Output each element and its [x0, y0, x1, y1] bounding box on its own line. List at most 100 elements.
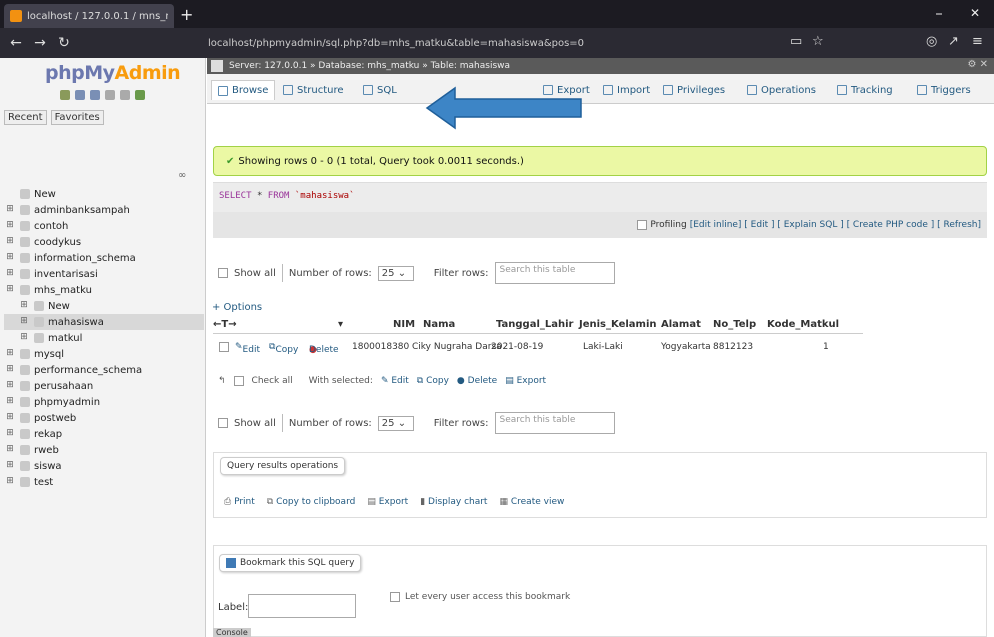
- bulk-delete-button[interactable]: ● Delete: [457, 376, 497, 386]
- bookmark-label-input[interactable]: [248, 594, 356, 618]
- col-kode-matkul[interactable]: Kode_Matkul: [767, 319, 839, 330]
- arrows-icon[interactable]: ←T→: [213, 319, 237, 330]
- breadcrumb-text[interactable]: Server: 127.0.0.1 » Database: mhs_matku …: [229, 61, 510, 71]
- expand-icon[interactable]: ⊞: [4, 444, 16, 456]
- tree-item[interactable]: ⊞ test: [4, 474, 204, 490]
- expand-icon[interactable]: ⊞: [4, 380, 16, 392]
- sql-query-box[interactable]: SELECT * FROM `mahasiswa`: [213, 182, 987, 212]
- tree-item[interactable]: ⊞ New: [4, 298, 204, 314]
- link-icon[interactable]: ∞: [178, 170, 186, 181]
- tree-item[interactable]: ⊞ perusahaan: [4, 378, 204, 394]
- tab-import[interactable]: Import: [603, 80, 650, 100]
- row-edit-link[interactable]: ✎ Edit: [235, 342, 260, 355]
- col-nama[interactable]: Nama: [423, 319, 455, 330]
- expand-icon[interactable]: ⊞: [4, 460, 16, 472]
- tree-item[interactable]: ⊞ postweb: [4, 410, 204, 426]
- tree-item[interactable]: ⊞ phpmyadmin: [4, 394, 204, 410]
- expand-icon[interactable]: ⊞: [4, 476, 16, 488]
- create-view-link[interactable]: ▦ Create view: [499, 497, 564, 507]
- tab-structure[interactable]: Structure: [283, 80, 344, 100]
- recent-tab[interactable]: Recent: [4, 110, 47, 125]
- tree-item[interactable]: ⊞ contoh: [4, 218, 204, 234]
- bookmark-star-icon[interactable]: ☆: [812, 34, 824, 49]
- url-bar[interactable]: localhost/phpmyadmin/sql.php?db=mhs_matk…: [190, 31, 830, 55]
- rows-select-bottom[interactable]: 25 ⌄: [377, 415, 414, 431]
- menu-icon[interactable]: ≡: [972, 34, 983, 49]
- tab-operations[interactable]: Operations: [747, 80, 816, 100]
- settings-gear-icon[interactable]: ⚙ ✕: [967, 59, 988, 70]
- browser-tab[interactable]: localhost / 127.0.0.1 / mns_mat ×: [4, 4, 174, 28]
- tree-item[interactable]: ⊞ adminbanksampah: [4, 202, 204, 218]
- reload-nav-icon[interactable]: [135, 90, 145, 100]
- tree-item[interactable]: ⊞ rweb: [4, 442, 204, 458]
- row-copy-link[interactable]: ⧉ Copy: [269, 342, 298, 355]
- expand-icon[interactable]: ⊞: [4, 428, 16, 440]
- console-toggle[interactable]: Console: [213, 628, 251, 637]
- col-tanggal-lahir[interactable]: Tanggal_Lahir: [496, 319, 574, 330]
- sort-dropdown-icon[interactable]: ▾: [338, 319, 343, 330]
- tree-item[interactable]: ⊞ mhs_matku: [4, 282, 204, 298]
- expand-icon[interactable]: [4, 188, 16, 200]
- every-user-checkbox[interactable]: [390, 592, 400, 602]
- expand-icon[interactable]: ⊞: [4, 252, 16, 264]
- expand-icon[interactable]: ⊞: [18, 332, 30, 344]
- options-toggle[interactable]: + Options: [212, 302, 262, 313]
- expand-icon[interactable]: ⊞: [4, 396, 16, 408]
- copy-clipboard-link[interactable]: ⧉ Copy to clipboard: [267, 497, 356, 507]
- expand-icon[interactable]: ⊞: [4, 236, 16, 248]
- reader-icon[interactable]: ▭: [790, 34, 802, 49]
- tab-sql[interactable]: SQL: [363, 80, 397, 100]
- expand-icon[interactable]: ⊞: [4, 268, 16, 280]
- check-all-checkbox[interactable]: [233, 376, 244, 386]
- col-nim[interactable]: NIM: [393, 319, 415, 330]
- forward-icon[interactable]: →: [28, 35, 52, 51]
- collapse-icon[interactable]: [211, 60, 223, 72]
- export-link[interactable]: ▤ Export: [367, 497, 408, 507]
- expand-icon[interactable]: ⊞: [4, 348, 16, 360]
- expand-icon[interactable]: ⊞: [18, 316, 30, 328]
- check-all-label[interactable]: Check all: [252, 376, 293, 386]
- col-no-telp[interactable]: No_Telp: [713, 319, 756, 330]
- show-all-checkbox[interactable]: [218, 268, 228, 278]
- help-icon[interactable]: [90, 90, 100, 100]
- show-all-checkbox-bottom[interactable]: [218, 418, 228, 428]
- new-tab-button[interactable]: +: [180, 5, 193, 24]
- minimize-icon[interactable]: ⎯: [936, 6, 942, 21]
- print-link[interactable]: ⎙ Print: [224, 497, 255, 507]
- expand-icon[interactable]: ⊞: [4, 412, 16, 424]
- reload-icon[interactable]: ↻: [52, 35, 76, 51]
- expand-icon[interactable]: ⊞: [4, 284, 16, 296]
- tab-privileges[interactable]: Privileges: [663, 80, 725, 100]
- sql-actions-links[interactable]: [Edit inline] [ Edit ] [ Explain SQL ] […: [690, 220, 981, 230]
- favorites-tab[interactable]: Favorites: [50, 110, 104, 125]
- display-chart-link[interactable]: ▮ Display chart: [420, 497, 487, 507]
- rows-select[interactable]: 25 ⌄: [377, 265, 414, 281]
- tree-item[interactable]: ⊞ information_schema: [4, 250, 204, 266]
- row-checkbox[interactable]: [219, 342, 229, 352]
- back-icon[interactable]: ←: [4, 35, 28, 51]
- expand-icon[interactable]: ⊞: [4, 220, 16, 232]
- tree-item[interactable]: ⊞ mahasiswa: [4, 314, 204, 330]
- tab-triggers[interactable]: Triggers: [917, 80, 971, 100]
- tree-item[interactable]: ⊞ matkul: [4, 330, 204, 346]
- expand-icon[interactable]: ⊞: [18, 300, 30, 312]
- col-jenis-kelamin[interactable]: Jenis_Kelamin: [579, 319, 657, 330]
- col-alamat[interactable]: Alamat: [661, 319, 701, 330]
- pocket-icon[interactable]: ◎: [926, 34, 937, 49]
- settings-icon[interactable]: [120, 90, 130, 100]
- bulk-copy-button[interactable]: ⧉ Copy: [417, 376, 449, 386]
- tree-item[interactable]: ⊞ mysql: [4, 346, 204, 362]
- extensions-icon[interactable]: ↗: [948, 34, 959, 49]
- close-window-icon[interactable]: ✕: [970, 6, 980, 20]
- tree-item[interactable]: ⊞ coodykus: [4, 234, 204, 250]
- tree-item[interactable]: ⊞ siswa: [4, 458, 204, 474]
- docs-icon[interactable]: [105, 90, 115, 100]
- tree-item[interactable]: ⊞ inventarisasi: [4, 266, 204, 282]
- profiling-checkbox[interactable]: [637, 220, 648, 230]
- home-icon[interactable]: [60, 90, 70, 100]
- filter-search-input[interactable]: Search this table: [494, 262, 615, 284]
- logout-icon[interactable]: [75, 90, 85, 100]
- expand-icon[interactable]: ⊞: [4, 364, 16, 376]
- tree-item[interactable]: ⊞ performance_schema: [4, 362, 204, 378]
- tab-browse[interactable]: Browse: [211, 80, 276, 100]
